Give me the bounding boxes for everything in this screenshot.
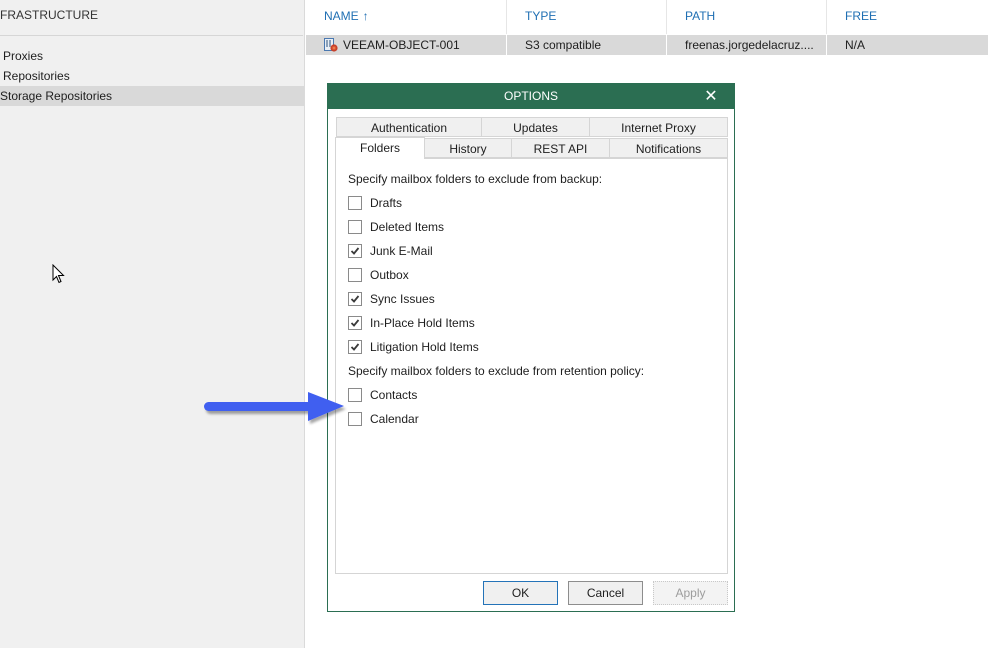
tab-label: Updates	[513, 121, 558, 135]
checkbox-label: Litigation Hold Items	[370, 340, 479, 354]
checkbox-box[interactable]	[348, 244, 362, 258]
sidebar-item-label: Proxies	[3, 49, 44, 63]
checkbox-label: Drafts	[370, 196, 403, 210]
checkbox-label: Calendar	[370, 412, 419, 426]
column-header-free[interactable]: FREE	[827, 0, 988, 34]
sidebar-item-label: Storage Repositories	[0, 89, 113, 103]
arrow-up-icon: ↑	[362, 9, 369, 23]
dialog-titlebar[interactable]: OPTIONS ✕	[328, 84, 734, 109]
checkbox-drafts[interactable]: Drafts	[348, 195, 402, 211]
checkbox-calendar[interactable]: Calendar	[348, 411, 419, 427]
tab-label: Authentication	[370, 121, 448, 135]
cell-type: S3 compatible	[507, 35, 667, 55]
checkbox-label: In-Place Hold Items	[370, 316, 475, 330]
object-storage-repository-icon	[324, 38, 338, 52]
repository-name: VEEAM-OBJECT-001	[343, 38, 460, 52]
apply-button[interactable]: Apply	[653, 581, 728, 605]
checkmark-icon	[350, 247, 360, 255]
tab-label: Internet Proxy	[621, 121, 696, 135]
checkbox-label: Contacts	[370, 388, 418, 402]
tab-label: History	[449, 142, 487, 156]
tab-label: Notifications	[635, 142, 702, 156]
close-button[interactable]: ✕	[702, 84, 720, 109]
retention-exclusion-label: Specify mailbox folders to exclude from …	[348, 364, 645, 378]
sidebar-item-storage-repositories[interactable]: Storage Repositories	[0, 86, 304, 106]
sidebar-divider	[0, 35, 303, 36]
column-header-label: FREE	[845, 9, 878, 23]
table-row[interactable]: VEEAM-OBJECT-001 S3 compatible freenas.j…	[306, 35, 988, 55]
tab-notifications[interactable]: Notifications	[609, 138, 728, 158]
tab-label: Folders	[359, 141, 400, 155]
checkbox-label: Outbox	[370, 268, 409, 282]
options-dialog: OPTIONS ✕ Authentication Updates Interne…	[327, 83, 735, 612]
checkbox-label: Sync Issues	[370, 292, 435, 306]
checkmark-icon	[350, 319, 360, 327]
tab-updates[interactable]: Updates	[481, 117, 590, 137]
checkbox-label: Junk E-Mail	[370, 244, 433, 258]
checkbox-box[interactable]	[348, 316, 362, 330]
checkbox-label: Deleted Items	[370, 220, 445, 234]
checkbox-box[interactable]	[348, 292, 362, 306]
ok-button[interactable]: OK	[483, 581, 558, 605]
checkmark-icon	[350, 295, 360, 303]
checkbox-box[interactable]	[348, 220, 362, 234]
column-header-label: PATH	[685, 9, 716, 23]
dialog-title: OPTIONS	[503, 89, 558, 103]
checkmark-icon	[350, 343, 360, 351]
backup-exclusion-label: Specify mailbox folders to exclude from …	[348, 172, 603, 186]
checkbox-junk-email[interactable]: Junk E-Mail	[348, 243, 433, 259]
tab-label: REST API	[533, 142, 588, 156]
close-icon: ✕	[704, 88, 718, 105]
cell-name: VEEAM-OBJECT-001	[306, 35, 507, 55]
checkbox-box[interactable]	[348, 340, 362, 354]
checkbox-outbox[interactable]: Outbox	[348, 267, 409, 283]
column-header-path[interactable]: PATH	[667, 0, 827, 34]
tab-rest-api[interactable]: REST API	[511, 138, 610, 158]
sidebar-item-proxies[interactable]: Proxies	[0, 46, 304, 66]
cell-path: freenas.jorgedelacruz....	[667, 35, 827, 55]
checkbox-sync-issues[interactable]: Sync Issues	[348, 291, 435, 307]
column-header-name[interactable]: NAME ↑	[306, 0, 507, 34]
column-header-label: TYPE	[525, 9, 557, 23]
checkbox-box[interactable]	[348, 388, 362, 402]
sidebar: FRASTRUCTURE Proxies Repositories Storag…	[0, 0, 305, 648]
sidebar-section-title: FRASTRUCTURE	[0, 8, 98, 22]
tab-folders[interactable]: Folders	[335, 137, 425, 159]
tab-internet-proxy[interactable]: Internet Proxy	[589, 117, 728, 137]
sidebar-item-label: Repositories	[3, 69, 70, 83]
checkbox-litigation-hold-items[interactable]: Litigation Hold Items	[348, 339, 479, 355]
grid-header: NAME ↑ TYPE PATH FREE	[306, 0, 988, 34]
tab-history[interactable]: History	[424, 138, 512, 158]
cell-free: N/A	[827, 35, 988, 55]
checkbox-deleted-items[interactable]: Deleted Items	[348, 219, 444, 235]
annotation-arrow-icon	[204, 392, 344, 421]
cancel-button[interactable]: Cancel	[568, 581, 643, 605]
checkbox-contacts[interactable]: Contacts	[348, 387, 417, 403]
folders-tab-panel: Specify mailbox folders to exclude from …	[335, 158, 728, 574]
repository-path: freenas.jorgedelacruz....	[685, 38, 814, 52]
sidebar-item-repositories[interactable]: Repositories	[0, 66, 304, 86]
checkbox-in-place-hold-items[interactable]: In-Place Hold Items	[348, 315, 475, 331]
column-header-type[interactable]: TYPE	[507, 0, 667, 34]
mouse-pointer-icon	[52, 264, 65, 284]
tab-authentication[interactable]: Authentication	[336, 117, 482, 137]
repository-free: N/A	[845, 38, 866, 52]
checkbox-box[interactable]	[348, 412, 362, 426]
checkbox-box[interactable]	[348, 196, 362, 210]
repository-type: S3 compatible	[525, 38, 602, 52]
column-header-label: NAME	[324, 9, 359, 23]
checkbox-box[interactable]	[348, 268, 362, 282]
